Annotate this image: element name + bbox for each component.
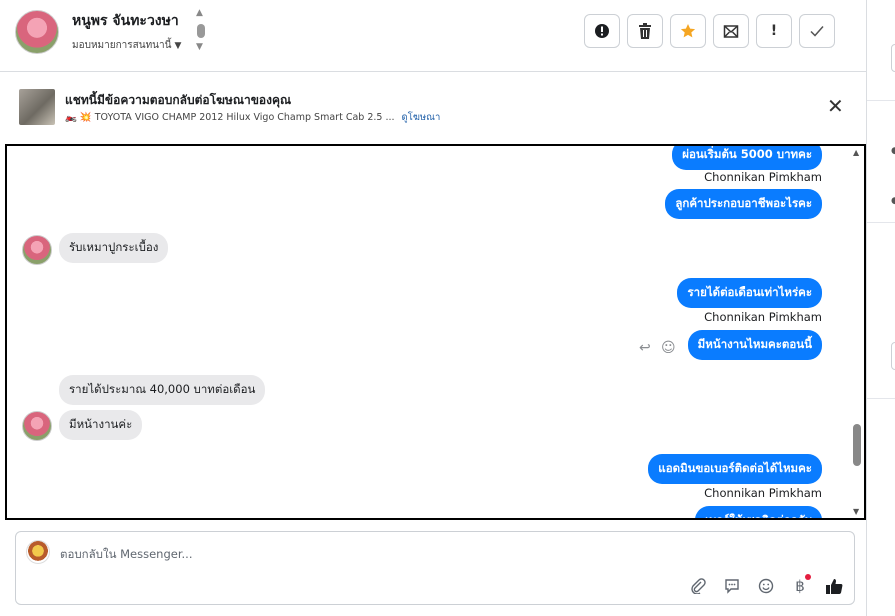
- contact-switcher-scroll[interactable]: ▲ ▼: [194, 8, 208, 54]
- details-panel-edge: ● ●: [866, 0, 895, 616]
- thumbs-up-icon[interactable]: [824, 576, 844, 596]
- baht-payment-icon[interactable]: ฿: [790, 574, 811, 596]
- incoming-message[interactable]: รับเหมาปูกระเบื้อง: [59, 233, 169, 263]
- message-thread[interactable]: ผ่อนเริ่มต้น 5000 บาทคะ Chonnikan Pimkha…: [5, 144, 866, 520]
- notification-dot: [805, 574, 811, 580]
- scroll-thumb[interactable]: [853, 424, 861, 466]
- conversation-toolbar: !: [584, 14, 835, 48]
- thread-scrollbar[interactable]: ▲ ▼: [850, 146, 864, 518]
- emoji-icon[interactable]: [756, 576, 776, 596]
- assign-conversation-dropdown[interactable]: มอบหมายการสนทนานี้ ▼: [72, 38, 181, 53]
- chevron-down-icon[interactable]: ▼: [196, 42, 203, 52]
- spam-button[interactable]: [584, 14, 620, 48]
- check-icon: [810, 26, 824, 37]
- trash-icon: [639, 23, 651, 39]
- done-button[interactable]: [799, 14, 835, 48]
- outgoing-message[interactable]: มีหน้างานไหมคะตอนนี้: [687, 330, 822, 360]
- scroll-down-icon[interactable]: ▼: [853, 507, 859, 516]
- divider: [867, 398, 895, 399]
- incoming-message[interactable]: มีหน้างานค่ะ: [59, 410, 143, 440]
- ad-emoji: 🏍️ 💥: [65, 112, 92, 123]
- outgoing-message[interactable]: ผ่อนเริ่มต้น 5000 บาทคะ: [672, 146, 822, 170]
- panel-bullet: ●: [891, 196, 895, 206]
- reply-input[interactable]: ตอบกลับใน Messenger...: [60, 546, 192, 564]
- outgoing-message[interactable]: แอดมินขอเบอร์ติดต่อได้ไหมคะ: [648, 454, 822, 484]
- panel-bullet: ●: [891, 146, 895, 156]
- unread-button[interactable]: [713, 14, 749, 48]
- star-button[interactable]: [670, 14, 706, 48]
- page-avatar: [26, 540, 50, 564]
- star-icon: [680, 24, 696, 38]
- sender-name: Chonnikan Pimkham: [704, 310, 822, 324]
- chevron-down-icon: ▼: [174, 41, 182, 51]
- ad-reply-banner: แชทนี้มีข้อความตอบกลับต่อโฆษณาของคุณ 🏍️ …: [5, 80, 861, 132]
- sender-name: Chonnikan Pimkham: [704, 170, 822, 184]
- outgoing-message[interactable]: ลูกค้าประกอบอาชีพอะไรคะ: [665, 189, 822, 219]
- panel-input-edge[interactable]: [891, 342, 895, 370]
- outgoing-message[interactable]: เบอร์ให้เซลติดต่อกลับ: [695, 506, 822, 518]
- exclamation-icon: !: [770, 23, 778, 39]
- conversation-header: หนูพร จันทะวงษา มอบหมายการสนทนานี้ ▼ ▲ ▼ …: [0, 0, 866, 72]
- scroll-thumb[interactable]: [197, 24, 205, 38]
- envelope-icon: [723, 25, 739, 38]
- chevron-up-icon[interactable]: ▲: [196, 8, 203, 18]
- alert-circle-icon: [595, 24, 609, 38]
- composer-toolbar: ฿: [688, 574, 844, 596]
- contact-name[interactable]: หนูพร จันทะวงษา: [72, 10, 179, 32]
- delete-button[interactable]: [627, 14, 663, 48]
- incoming-message[interactable]: รายได้ประมาณ 40,000 บาทต่อเดือน: [59, 375, 266, 405]
- reply-composer[interactable]: ตอบกลับใน Messenger... ฿: [15, 531, 855, 605]
- scroll-up-icon[interactable]: ▲: [853, 148, 859, 157]
- divider: [867, 100, 895, 101]
- divider: [867, 222, 895, 223]
- important-button[interactable]: !: [756, 14, 792, 48]
- close-icon[interactable]: ✕: [827, 96, 844, 116]
- panel-input-edge[interactable]: [891, 44, 895, 72]
- react-emoji-icon[interactable]: ☺: [661, 340, 676, 356]
- contact-avatar: [22, 235, 52, 265]
- view-ad-link[interactable]: ดูโฆษณา: [402, 112, 441, 123]
- assign-label: มอบหมายการสนทนานี้: [72, 40, 172, 51]
- ad-banner-title: แชทนี้มีข้อความตอบกลับต่อโฆษณาของคุณ: [65, 93, 292, 107]
- sender-name: Chonnikan Pimkham: [704, 486, 822, 500]
- ad-description-text: TOYOTA VIGO CHAMP 2012 Hilux Vigo Champ …: [94, 112, 395, 123]
- outgoing-message[interactable]: รายได้ต่อเดือนเท่าไหร่คะ: [677, 278, 822, 308]
- paperclip-icon[interactable]: [688, 576, 708, 596]
- reply-icon[interactable]: ↩: [639, 340, 651, 356]
- contact-avatar: [22, 411, 52, 441]
- contact-avatar[interactable]: [15, 10, 59, 54]
- quick-reply-icon[interactable]: [722, 576, 742, 596]
- ad-description: 🏍️ 💥 TOYOTA VIGO CHAMP 2012 Hilux Vigo C…: [65, 110, 440, 125]
- ad-thumbnail[interactable]: [19, 89, 55, 125]
